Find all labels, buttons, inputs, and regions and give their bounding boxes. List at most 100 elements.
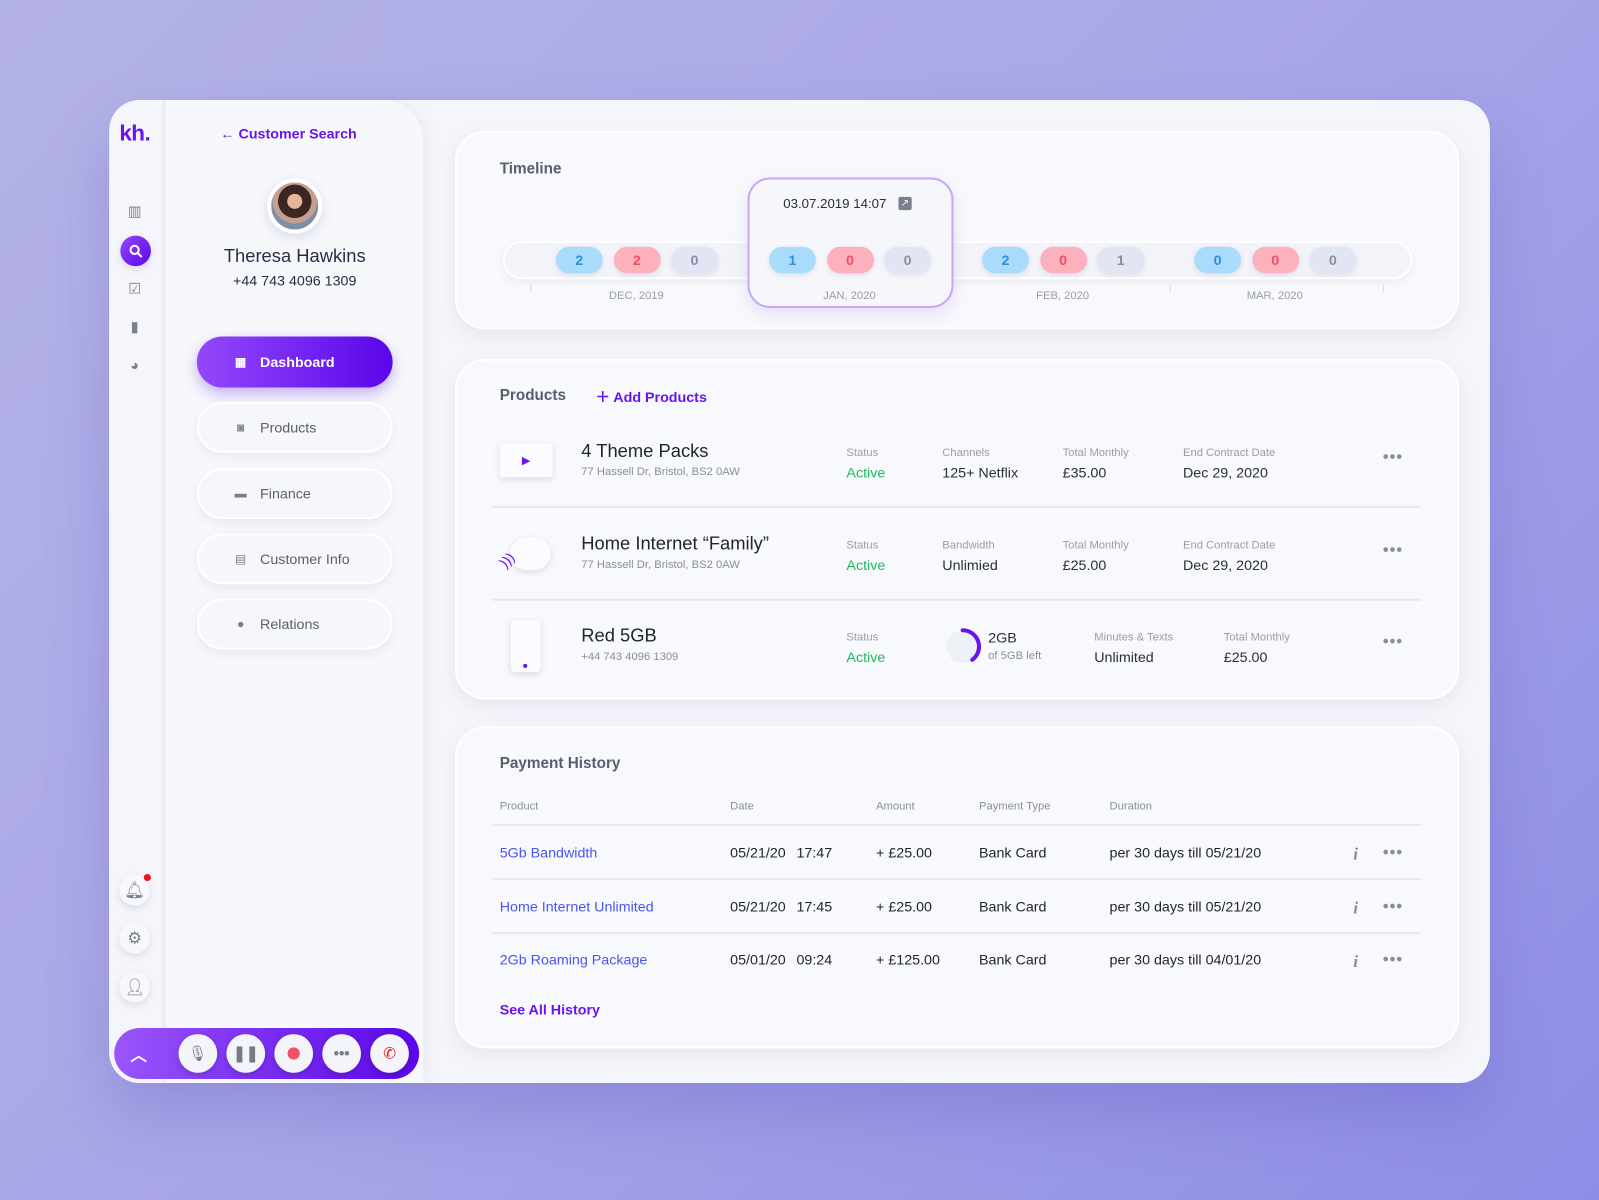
grid-icon: ▦ [234,354,247,370]
column-header: Date [730,800,754,813]
timeline-tick [1382,284,1384,293]
search-icon[interactable] [120,235,151,267]
payment-product-link[interactable]: 5Gb Bandwidth [500,844,598,860]
received-count-badge[interactable]: 1 [768,246,816,274]
more-options-icon[interactable]: ••• [1383,844,1403,862]
pause-icon[interactable]: ❚❚ [226,1034,266,1073]
chat-icon: ● [236,617,245,632]
field-value: 125+ Netflix [942,464,1019,481]
document-icon: ▤ [234,551,247,566]
payment-type: Bank Card [979,898,1047,915]
failed-count-badge[interactable]: 2 [613,246,661,274]
cloud-wifi-icon: ))) [496,533,555,574]
payment-amount: + £25.00 [876,844,932,861]
microphone-icon[interactable]: 🎙︎ [178,1034,218,1073]
field-value: £25.00 [1062,556,1107,574]
row-divider [492,932,1421,935]
timeline-tick [1169,284,1171,293]
failed-count-badge[interactable]: 0 [1039,246,1087,274]
notification-dot [143,873,151,882]
info-icon[interactable]: i [1353,898,1358,918]
row-divider [492,505,1421,508]
bell-icon[interactable]: 🔔︎ [119,873,151,906]
row-divider [492,598,1421,601]
bar-chart-icon[interactable]: ▥ [123,200,145,222]
book-icon[interactable]: ▮ [123,315,145,337]
field-value: Dec 29, 2020 [1182,464,1268,481]
column-header: Duration [1109,800,1152,813]
customer-search-link[interactable]: ← Customer Search [220,125,356,141]
product-name: Red 5GB [581,625,657,646]
call-control-bar: ︿ 🎙︎ ❚❚ ••• ✆ [114,1027,420,1079]
status-value: Active [846,648,886,665]
nav-item-label: Customer Info [260,550,350,567]
field-value: Dec 29, 2020 [1182,556,1268,574]
field-label: Total Monthly [1062,446,1129,459]
bag-icon: ◙ [236,420,245,435]
product-subtitle: 77 Hassell Dr, Bristol, BS2 0AW [581,466,740,479]
nav-item-products[interactable]: ◙ Products [196,402,393,454]
row-divider [492,878,1421,881]
info-icon[interactable]: i [1353,952,1358,972]
tv-play-icon: ▶ [499,443,553,478]
payment-history-card [454,726,1460,1049]
record-icon[interactable] [274,1034,314,1073]
payment-time: 09:24 [796,951,833,969]
payment-time: 17:47 [796,844,833,861]
pending-count-badge[interactable]: 0 [671,246,718,274]
payment-date: 05/21/20 [730,844,786,861]
nav-item-dashboard[interactable]: ▦ Dashboard [196,336,393,388]
chevron-up-icon[interactable]: ︿ [131,1041,170,1065]
payment-amount: + £25.00 [876,898,932,915]
open-external-icon[interactable]: ↗ [898,196,912,211]
month-label: JAN, 2020 [823,289,876,302]
field-label: Total Monthly [1223,631,1290,644]
pending-count-badge[interactable]: 0 [1309,246,1357,274]
info-icon[interactable]: i [1353,844,1358,864]
logo: kh. [119,120,151,146]
field-label: Channels [942,446,990,459]
field-label: Minutes & Texts [1094,631,1174,644]
nav-item-label: Products [260,419,317,436]
wallet-icon: ▬ [234,486,247,501]
payment-duration: per 30 days till 05/21/20 [1109,898,1262,915]
nav-item-customer-info[interactable]: ▤ Customer Info [196,533,393,585]
add-products-button[interactable]: ＋ Add Products [596,387,707,407]
received-count-badge[interactable]: 2 [555,246,603,274]
nav-item-relations[interactable]: ● Relations [196,598,393,650]
more-options-icon[interactable]: ••• [1383,449,1403,467]
field-label: Status [846,446,879,459]
month-label: FEB, 2020 [1036,289,1090,302]
gear-icon[interactable]: ⚙ [119,922,150,954]
products-title: Products [499,386,567,404]
pending-count-badge[interactable]: 1 [1097,246,1145,274]
pie-chart-icon[interactable]: ◕ [123,354,145,376]
plus-icon: ＋ [595,388,614,405]
more-options-icon[interactable]: ••• [1383,898,1403,916]
pending-count-badge[interactable]: 0 [884,246,932,274]
more-options-icon[interactable]: ••• [1383,542,1403,560]
payment-product-link[interactable]: Home Internet Unlimited [500,898,654,914]
user-icon[interactable]: 👤︎ [119,971,150,1003]
more-options-icon[interactable]: ••• [1383,952,1403,970]
received-count-badge[interactable]: 0 [1194,246,1242,274]
see-all-history-link[interactable]: See All History [500,1001,600,1017]
more-icon[interactable]: ••• [322,1034,362,1073]
avatar [267,178,323,234]
phone-icon[interactable]: ✆ [370,1034,409,1073]
more-options-icon[interactable]: ••• [1383,633,1403,651]
timeline-title: Timeline [499,160,562,178]
customer-name: Theresa Hawkins [223,245,366,267]
nav-item-finance[interactable]: ▬ Finance [196,467,393,519]
payment-product-link[interactable]: 2Gb Roaming Package [500,952,648,968]
nav-item-label: Dashboard [260,353,335,371]
payment-type: Bank Card [979,951,1047,969]
data-remaining: 2GB [988,629,1017,646]
failed-count-badge[interactable]: 0 [1251,246,1299,274]
clipboard-check-icon[interactable]: ☑ [123,277,145,299]
field-value: Unlimied [942,556,998,574]
payment-time: 17:45 [796,898,833,915]
field-label: Status [846,631,879,644]
failed-count-badge[interactable]: 0 [826,246,874,274]
received-count-badge[interactable]: 2 [982,246,1029,274]
